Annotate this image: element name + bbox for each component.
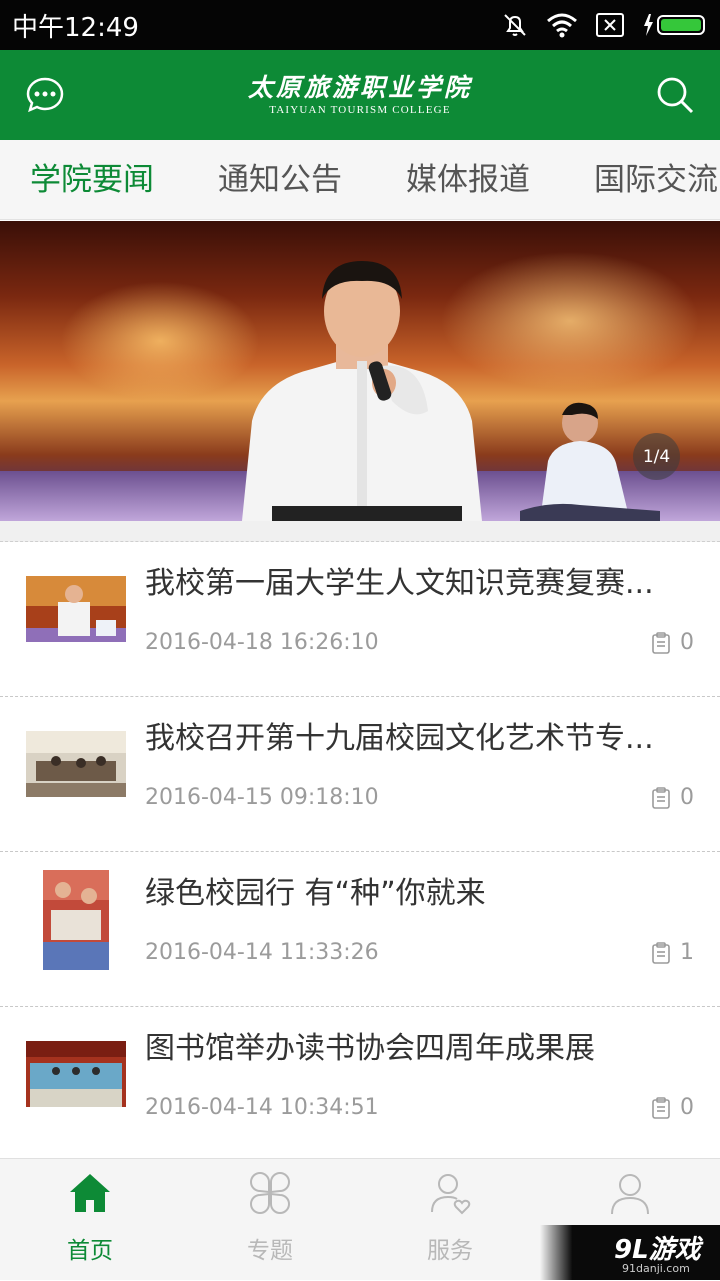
- status-time: 中午12:49: [12, 12, 139, 43]
- no-sim-icon: [596, 13, 624, 37]
- news-date: 2016-04-14 10:34:51: [145, 1095, 379, 1120]
- mute-bell-icon: [504, 14, 526, 36]
- status-icons: [502, 12, 708, 38]
- watermark-url: 91danji.com: [622, 1262, 690, 1275]
- clipboard-icon: [652, 942, 670, 964]
- tab-college-news[interactable]: 学院要闻: [30, 140, 154, 219]
- news-thumbnail: [26, 731, 126, 797]
- comment-count-value: 0: [680, 1095, 694, 1120]
- news-title: 我校第一届大学生人文知识竞赛复赛...: [145, 566, 654, 601]
- nav-label: 服务: [427, 1238, 473, 1264]
- speaker-figure: [242, 261, 482, 521]
- clover-icon: [250, 1172, 290, 1214]
- nav-home[interactable]: 首页: [0, 1159, 180, 1281]
- college-logo: 太原旅游职业学院 TAIYUAN TOURISM COLLEGE: [248, 73, 472, 117]
- logo-english: TAIYUAN TOURISM COLLEGE: [269, 104, 451, 116]
- news-item[interactable]: 绿色校园行 有“种”你就来 2016-04-14 11:33:26 1: [0, 852, 720, 1007]
- tab-media-reports[interactable]: 媒体报道: [406, 140, 530, 219]
- carousel-counter: 1/4: [633, 433, 680, 480]
- news-title: 我校召开第十九届校园文化艺术节专...: [145, 721, 654, 756]
- news-thumbnail: [43, 870, 109, 970]
- comment-count: 0: [652, 628, 694, 658]
- news-date: 2016-04-18 16:26:10: [145, 630, 379, 655]
- nav-label: 专题: [247, 1238, 293, 1264]
- nav-label: 首页: [67, 1238, 113, 1264]
- home-icon: [70, 1174, 110, 1212]
- tab-notices[interactable]: 通知公告: [218, 140, 342, 219]
- news-list: 我校第一届大学生人文知识竞赛复赛... 2016-04-18 16:26:10 …: [0, 542, 720, 1162]
- user-heart-icon: [431, 1174, 471, 1215]
- news-date: 2016-04-15 09:18:10: [145, 785, 379, 810]
- banner-carousel[interactable]: 1/4: [0, 221, 720, 521]
- category-tabs: 学院要闻 通知公告 媒体报道 国际交流: [0, 140, 720, 220]
- comment-count: 0: [652, 783, 694, 813]
- clipboard-icon: [652, 632, 670, 654]
- divider: [0, 521, 720, 542]
- news-item[interactable]: 我校召开第十九届校园文化艺术节专... 2016-04-15 09:18:10 …: [0, 697, 720, 852]
- comment-count-value: 0: [680, 630, 694, 655]
- comment-count: 0: [652, 1093, 694, 1123]
- search-icon: [657, 77, 694, 114]
- watermark-logo: 9L游戏: [614, 1235, 701, 1265]
- nav-services[interactable]: 服务: [360, 1159, 540, 1281]
- tab-international-exchange[interactable]: 国际交流: [594, 140, 718, 219]
- news-item[interactable]: 图书馆举办读书协会四周年成果展 2016-04-14 10:34:51 0: [0, 1007, 720, 1162]
- status-bar: 中午12:49: [0, 0, 720, 50]
- news-thumbnail: [26, 576, 126, 642]
- news-item[interactable]: 我校第一届大学生人文知识竞赛复赛... 2016-04-18 16:26:10 …: [0, 542, 720, 697]
- comment-count: 1: [652, 938, 694, 968]
- wifi-icon: [547, 13, 577, 38]
- stage-light: [60, 281, 260, 401]
- site-watermark: 9L游戏 91danji.com: [540, 1225, 720, 1280]
- app-header: 太原旅游职业学院 TAIYUAN TOURISM COLLEGE: [0, 50, 720, 140]
- logo-chinese: 太原旅游职业学院: [247, 73, 472, 102]
- news-title: 图书馆举办读书协会四周年成果展: [145, 1031, 595, 1066]
- search-button[interactable]: [652, 72, 698, 118]
- nav-topics[interactable]: 专题: [180, 1159, 360, 1281]
- user-icon: [611, 1174, 649, 1215]
- news-date: 2016-04-14 11:33:26: [145, 940, 379, 965]
- chat-bubble-icon: [26, 77, 64, 113]
- message-button[interactable]: [22, 72, 68, 118]
- clipboard-icon: [652, 787, 670, 809]
- news-thumbnail: [26, 1041, 126, 1107]
- battery-icon: [644, 14, 705, 36]
- clipboard-icon: [652, 1097, 670, 1119]
- comment-count-value: 0: [680, 785, 694, 810]
- comment-count-value: 1: [680, 940, 694, 965]
- news-title: 绿色校园行 有“种”你就来: [145, 876, 486, 911]
